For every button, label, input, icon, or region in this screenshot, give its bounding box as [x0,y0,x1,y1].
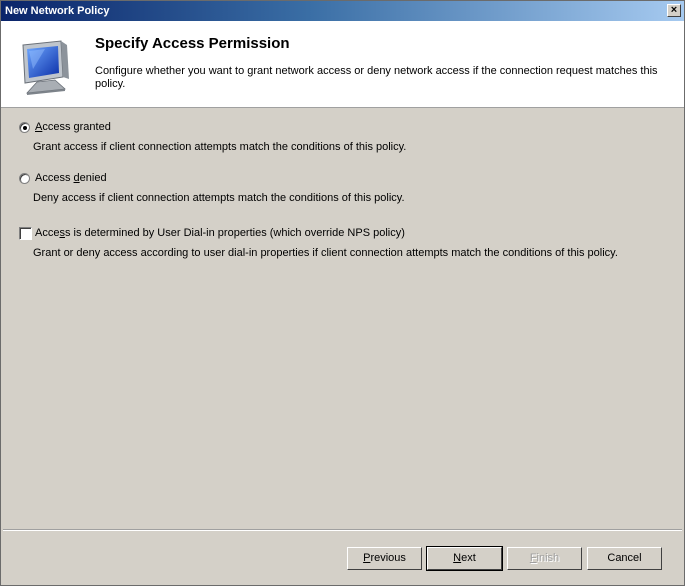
dialog-window: New Network Policy × Specify Access Perm… [0,0,685,586]
wizard-header: Specify Access Permission Configure whet… [1,21,684,108]
footer-divider [3,529,682,531]
next-button[interactable]: Next [426,546,503,571]
dialin-properties-description: Grant or deny access according to user d… [33,247,618,259]
radio-selected-dot [23,126,27,130]
dialin-properties-checkbox[interactable] [19,227,32,240]
previous-button[interactable]: Previous [347,547,422,570]
close-button[interactable]: × [667,4,681,17]
title-bar[interactable]: New Network Policy × [1,1,684,21]
access-granted-radio[interactable] [19,122,30,133]
access-denied-description: Deny access if client connection attempt… [33,192,405,204]
access-denied-label[interactable]: Access denied [35,172,107,184]
cancel-button[interactable]: Cancel [587,547,662,570]
page-title: Specify Access Permission [95,35,290,52]
finish-button[interactable]: Finish [507,547,582,570]
access-granted-label[interactable]: Access granted [35,121,111,133]
access-granted-description: Grant access if client connection attemp… [33,141,407,153]
window-title: New Network Policy [5,5,110,17]
dialin-properties-label[interactable]: Access is determined by User Dial-in pro… [35,227,405,239]
monitor-icon [22,40,69,95]
page-description: Configure whether you want to grant netw… [95,65,658,90]
access-denied-radio[interactable] [19,173,30,184]
